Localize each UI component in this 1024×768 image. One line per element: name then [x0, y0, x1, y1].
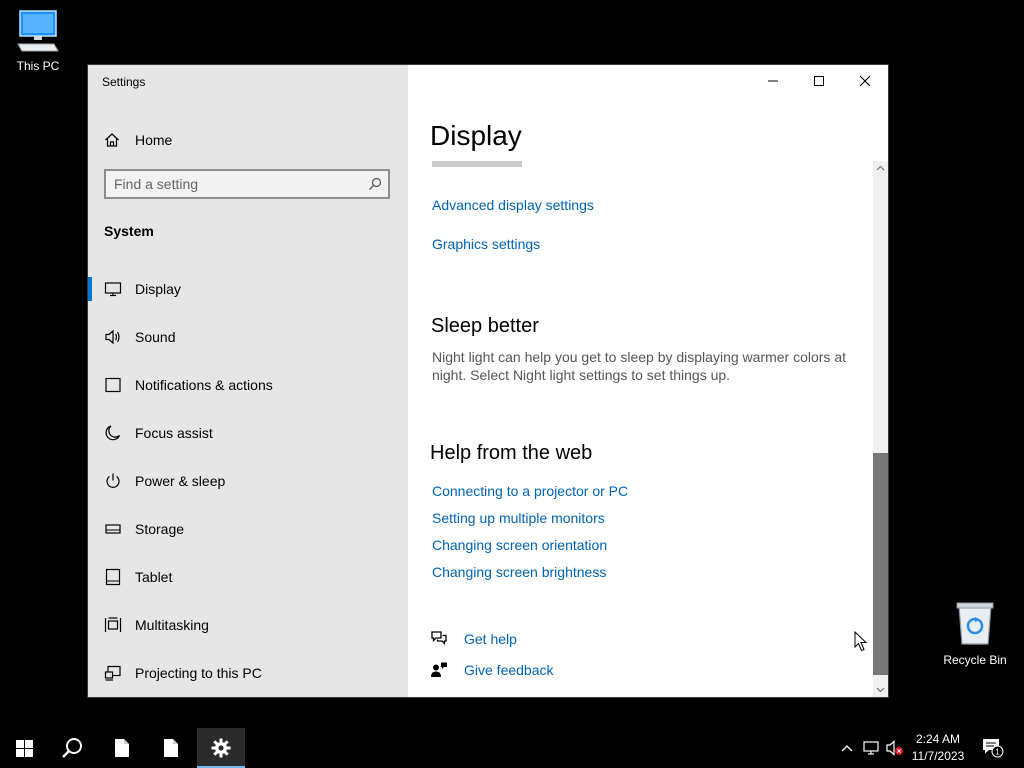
sleep-better-heading: Sleep better: [431, 315, 539, 337]
minimize-icon: [768, 80, 778, 82]
search-icon[interactable]: [368, 177, 382, 191]
computer-icon: [17, 10, 59, 52]
desktop-icon-label: This PC: [16, 59, 60, 73]
taskbar: 2:24 AM 11/7/2023 1: [0, 728, 1024, 768]
settings-window: Settings Home System Display: [88, 65, 888, 697]
minimize-button[interactable]: [750, 65, 796, 97]
network-icon: [863, 741, 879, 755]
advanced-display-settings-link[interactable]: Advanced display settings: [432, 197, 594, 213]
chevron-up-icon: [841, 745, 853, 752]
get-help-link[interactable]: Get help: [464, 631, 517, 647]
taskbar-app-file-2[interactable]: [147, 728, 195, 768]
section-label-system: System: [104, 223, 154, 239]
sidebar-item-multitasking[interactable]: Multitasking: [88, 601, 408, 649]
projecting-icon: [104, 665, 121, 681]
give-feedback-link[interactable]: Give feedback: [464, 662, 554, 678]
moon-icon: [105, 425, 121, 441]
scroll-up-button[interactable]: [873, 161, 888, 175]
get-help-icon: [431, 631, 447, 646]
sidebar-item-notifications[interactable]: Notifications & actions: [88, 361, 408, 409]
monitor-icon: [104, 282, 122, 297]
desktop-icon-recycle-bin[interactable]: Recycle Bin: [939, 600, 1011, 667]
help-link-projector[interactable]: Connecting to a projector or PC: [432, 483, 628, 499]
sidebar-item-power-sleep[interactable]: Power & sleep: [88, 457, 408, 505]
taskbar-app-settings[interactable]: [197, 728, 245, 768]
clock-time: 2:24 AM: [915, 732, 961, 746]
help-from-web-heading: Help from the web: [430, 442, 593, 464]
mouse-cursor-icon: [854, 631, 868, 652]
sidebar-item-label: Notifications & actions: [135, 377, 273, 393]
sidebar-item-label: Power & sleep: [135, 473, 226, 489]
taskbar-app-file-1[interactable]: [98, 728, 146, 768]
power-icon: [106, 473, 120, 488]
sidebar-item-label: Projecting to this PC: [135, 665, 262, 681]
help-link-screen-orientation[interactable]: Changing screen orientation: [432, 537, 607, 553]
search-input[interactable]: [114, 175, 354, 193]
chevron-up-icon: [876, 165, 885, 171]
speaker-icon: [105, 329, 120, 345]
sidebar-item-label: Focus assist: [135, 425, 213, 441]
close-button[interactable]: [842, 65, 888, 97]
taskbar-clock[interactable]: 2:24 AM 11/7/2023: [906, 731, 970, 765]
sidebar-item-label: Storage: [135, 521, 185, 537]
scrollbar-thumb[interactable]: [873, 453, 888, 675]
sidebar-item-storage[interactable]: Storage: [88, 505, 408, 553]
notification-icon: 1: [983, 739, 1004, 758]
gear-icon: [211, 738, 231, 758]
sidebar-item-label: Display: [135, 281, 181, 297]
sidebar-nav: Display Sound Notifications & actions Fo…: [88, 265, 408, 697]
sidebar-item-focus-assist[interactable]: Focus assist: [88, 409, 408, 457]
tablet-icon: [105, 568, 121, 586]
action-center-button[interactable]: 1: [980, 728, 1006, 768]
feedback-icon: [431, 662, 447, 677]
page-title: Display: [430, 120, 522, 151]
sidebar-item-tablet[interactable]: Tablet: [88, 553, 408, 601]
search-box[interactable]: [104, 169, 390, 199]
sidebar-home-label: Home: [135, 132, 173, 148]
multitasking-icon: [104, 617, 122, 632]
desktop-icon-label: Recycle Bin: [943, 653, 1007, 667]
start-button[interactable]: [0, 728, 48, 768]
sleep-better-text: Night light can help you get to sleep by…: [432, 349, 846, 383]
storage-icon: [105, 524, 121, 534]
scroll-indicator: [432, 161, 522, 167]
show-hidden-icons-button[interactable]: [838, 728, 856, 768]
maximize-icon: [814, 76, 824, 86]
sidebar: Settings Home System Display: [88, 65, 408, 697]
sidebar-home[interactable]: Home: [104, 129, 172, 151]
notification-count-badge: 1: [995, 748, 1000, 757]
windows-logo-icon: [15, 739, 33, 757]
close-icon: [859, 75, 871, 87]
desktop-icon-this-pc[interactable]: This PC: [2, 8, 74, 73]
file-icon: [115, 739, 129, 757]
graphics-settings-link[interactable]: Graphics settings: [432, 236, 540, 252]
content-scrollbar[interactable]: [873, 161, 888, 697]
clock-date: 11/7/2023: [911, 749, 965, 763]
scroll-down-button[interactable]: [873, 683, 888, 697]
maximize-button[interactable]: [796, 65, 842, 97]
sidebar-item-display[interactable]: Display: [88, 265, 408, 313]
file-icon: [164, 739, 178, 757]
speaker-muted-icon: [886, 740, 903, 756]
content-pane: Display Advanced display settings Graphi…: [408, 65, 888, 697]
search-icon: [62, 738, 82, 758]
taskbar-search-button[interactable]: [48, 728, 96, 768]
recycle-bin-icon: [956, 602, 994, 645]
sidebar-item-projecting[interactable]: Projecting to this PC: [88, 649, 408, 697]
help-link-multiple-monitors[interactable]: Setting up multiple monitors: [432, 510, 605, 526]
network-status-button[interactable]: [860, 728, 882, 768]
sidebar-item-label: Multitasking: [135, 617, 209, 633]
help-link-screen-brightness[interactable]: Changing screen brightness: [432, 564, 606, 580]
sidebar-item-label: Tablet: [135, 569, 173, 585]
window-title: Settings: [102, 75, 146, 89]
notification-icon: [105, 377, 121, 393]
sidebar-item-label: Sound: [135, 329, 176, 345]
chevron-down-icon: [876, 687, 885, 693]
sidebar-item-sound[interactable]: Sound: [88, 313, 408, 361]
home-icon: [105, 133, 119, 147]
volume-button[interactable]: [884, 728, 906, 768]
